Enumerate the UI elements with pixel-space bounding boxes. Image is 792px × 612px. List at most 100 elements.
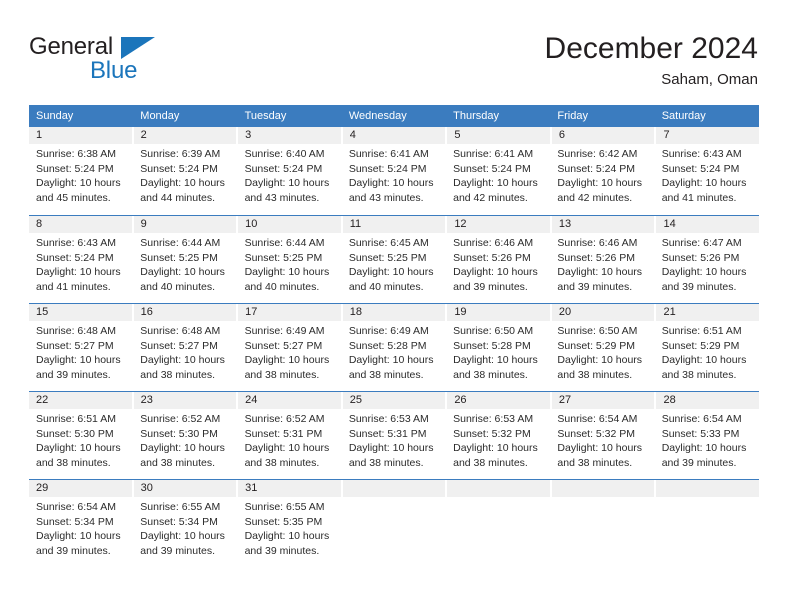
- day-cell-19[interactable]: Sunrise: 6:50 AM Sunset: 5:28 PM Daylight:…: [446, 324, 550, 382]
- day-cell-1[interactable]: Sunrise: 6:38 AM Sunset: 5:24 PM Daylight:…: [29, 147, 133, 205]
- day-number-10[interactable]: 10: [238, 216, 343, 233]
- day-number-29[interactable]: 29: [29, 480, 134, 497]
- day-number-20[interactable]: 20: [552, 304, 657, 321]
- day-number-16[interactable]: 16: [134, 304, 239, 321]
- day-detail-line: Sunset: 5:24 PM: [244, 162, 323, 175]
- day-cell-16[interactable]: Sunrise: 6:48 AM Sunset: 5:27 PM Daylight:…: [133, 324, 237, 382]
- day-number-7[interactable]: 7: [656, 127, 759, 144]
- day-number-band: 8 9 10 11 12 13 14: [29, 216, 759, 233]
- day-detail-line: Sunset: 5:26 PM: [557, 251, 636, 264]
- day-detail-line: Sunrise: 6:41 AM: [453, 148, 534, 160]
- day-cell-21[interactable]: Sunrise: 6:51 AM Sunset: 5:29 PM Daylight:…: [655, 324, 759, 382]
- day-cell-22[interactable]: Sunrise: 6:51 AM Sunset: 5:30 PM Daylight:…: [29, 412, 133, 470]
- day-number-11[interactable]: 11: [343, 216, 448, 233]
- day-detail-line: Sunset: 5:34 PM: [140, 515, 218, 528]
- day-number-31[interactable]: 31: [238, 480, 343, 497]
- day-number-17[interactable]: 17: [238, 304, 343, 321]
- day-detail-line: Sunrise: 6:51 AM: [36, 413, 116, 425]
- triangle-flag-icon: [121, 37, 155, 59]
- day-number-30[interactable]: 30: [134, 480, 239, 497]
- day-cell-25[interactable]: Sunrise: 6:53 AM Sunset: 5:31 PM Daylight:…: [342, 412, 446, 470]
- day-cell-11[interactable]: Sunrise: 6:45 AM Sunset: 5:25 PM Daylight:…: [342, 236, 446, 294]
- day-detail-line: Daylight: 10 hours: [140, 442, 225, 454]
- day-number-15[interactable]: 15: [29, 304, 134, 321]
- day-number-band: 29 30 31: [29, 480, 759, 497]
- day-detail-line: Daylight: 10 hours: [244, 266, 330, 278]
- day-detail-line: Daylight: 10 hours: [453, 354, 538, 366]
- day-detail-line: Daylight: 10 hours: [244, 177, 330, 189]
- day-number-26[interactable]: 26: [447, 392, 552, 409]
- day-cell-18[interactable]: Sunrise: 6:49 AM Sunset: 5:28 PM Daylight:…: [342, 324, 446, 382]
- day-detail-line: Sunset: 5:24 PM: [348, 162, 427, 175]
- day-detail-line: Sunrise: 6:48 AM: [140, 325, 221, 337]
- day-detail-line: and 39 minutes.: [36, 368, 111, 381]
- day-number-21[interactable]: 21: [656, 304, 759, 321]
- day-cell-8[interactable]: Sunrise: 6:43 AM Sunset: 5:24 PM Daylight:…: [29, 236, 133, 294]
- calendar-week-row: 22 23 24 25 26 27 28 Sunrise: 6:51 AM Sunset: 5:…: [29, 391, 759, 479]
- day-cell-27[interactable]: Sunrise: 6:54 AM Sunset: 5:32 PM Daylight:…: [550, 412, 654, 470]
- day-number-28[interactable]: 28: [656, 392, 759, 409]
- page-header: General Blue December 2024 Saham, Oman: [29, 30, 758, 98]
- day-number-9[interactable]: 9: [134, 216, 239, 233]
- day-number-4[interactable]: 4: [343, 127, 448, 144]
- day-cell-20[interactable]: Sunrise: 6:50 AM Sunset: 5:29 PM Daylight:…: [550, 324, 654, 382]
- day-number-13[interactable]: 13: [552, 216, 657, 233]
- day-detail-line: Sunset: 5:32 PM: [453, 427, 531, 440]
- day-detail-line: and 43 minutes.: [244, 191, 320, 204]
- calendar-week-row: 8 9 10 11 12 13 14 Sunrise: 6:43 AM Sunset: 5:24…: [29, 215, 759, 303]
- day-number-19[interactable]: 19: [447, 304, 552, 321]
- day-number-3[interactable]: 3: [238, 127, 343, 144]
- day-cell-9[interactable]: Sunrise: 6:44 AM Sunset: 5:25 PM Daylight:…: [133, 236, 237, 294]
- day-cell-5[interactable]: Sunrise: 6:41 AM Sunset: 5:24 PM Daylight:…: [446, 147, 550, 205]
- weekday-header-wednesday: Wednesday: [348, 110, 407, 122]
- day-cell-17[interactable]: Sunrise: 6:49 AM Sunset: 5:27 PM Daylight:…: [238, 324, 342, 382]
- day-cell-31[interactable]: Sunrise: 6:55 AM Sunset: 5:35 PM Daylight:…: [238, 500, 342, 558]
- day-cell-12[interactable]: Sunrise: 6:46 AM Sunset: 5:26 PM Daylight:…: [446, 236, 550, 294]
- day-detail-line: Sunrise: 6:38 AM: [36, 148, 116, 160]
- day-detail-line: Sunrise: 6:41 AM: [348, 148, 429, 160]
- weekday-header-monday: Monday: [140, 110, 180, 122]
- day-cell-3[interactable]: Sunrise: 6:40 AM Sunset: 5:24 PM Daylight:…: [238, 147, 342, 205]
- day-detail-line: Daylight: 10 hours: [557, 266, 643, 278]
- day-detail-line: Sunrise: 6:46 AM: [453, 237, 534, 249]
- day-detail-line: and 39 minutes.: [244, 544, 320, 557]
- day-cell-6[interactable]: Sunrise: 6:42 AM Sunset: 5:24 PM Daylight:…: [550, 147, 654, 205]
- day-detail-line: Sunset: 5:30 PM: [36, 427, 114, 440]
- day-detail-line: and 41 minutes.: [36, 280, 111, 293]
- day-cell-7[interactable]: Sunrise: 6:43 AM Sunset: 5:24 PM Daylight:…: [655, 147, 759, 205]
- day-cell-13[interactable]: Sunrise: 6:46 AM Sunset: 5:26 PM Daylight:…: [550, 236, 654, 294]
- day-number-12[interactable]: 12: [447, 216, 552, 233]
- day-cell-4[interactable]: Sunrise: 6:41 AM Sunset: 5:24 PM Daylight:…: [342, 147, 446, 205]
- day-detail-line: Sunrise: 6:49 AM: [348, 325, 429, 337]
- day-cell-26[interactable]: Sunrise: 6:53 AM Sunset: 5:32 PM Daylight:…: [446, 412, 550, 470]
- day-number-1[interactable]: 1: [29, 127, 134, 144]
- day-number-5[interactable]: 5: [447, 127, 552, 144]
- day-cell-empty: [446, 500, 550, 558]
- day-number-6[interactable]: 6: [552, 127, 657, 144]
- brand-logo[interactable]: General Blue: [29, 34, 219, 90]
- day-cell-23[interactable]: Sunrise: 6:52 AM Sunset: 5:30 PM Daylight:…: [133, 412, 237, 470]
- day-detail-line: Daylight: 10 hours: [140, 530, 225, 542]
- day-number-8[interactable]: 8: [29, 216, 134, 233]
- day-number-22[interactable]: 22: [29, 392, 134, 409]
- day-detail-line: Sunset: 5:26 PM: [661, 251, 740, 264]
- day-cell-30[interactable]: Sunrise: 6:55 AM Sunset: 5:34 PM Daylight:…: [133, 500, 237, 558]
- day-cell-10[interactable]: Sunrise: 6:44 AM Sunset: 5:25 PM Daylight:…: [238, 236, 342, 294]
- day-number-18[interactable]: 18: [343, 304, 448, 321]
- day-number-2[interactable]: 2: [134, 127, 239, 144]
- day-cell-15[interactable]: Sunrise: 6:48 AM Sunset: 5:27 PM Daylight:…: [29, 324, 133, 382]
- day-detail-line: Sunset: 5:34 PM: [36, 515, 114, 528]
- day-detail-line: and 39 minutes.: [140, 544, 215, 557]
- day-cell-29[interactable]: Sunrise: 6:54 AM Sunset: 5:34 PM Daylight:…: [29, 500, 133, 558]
- day-detail-line: Sunrise: 6:51 AM: [661, 325, 742, 337]
- day-number-25[interactable]: 25: [343, 392, 448, 409]
- day-number-23[interactable]: 23: [134, 392, 239, 409]
- day-cell-28[interactable]: Sunrise: 6:54 AM Sunset: 5:33 PM Daylight:…: [655, 412, 759, 470]
- day-cell-14[interactable]: Sunrise: 6:47 AM Sunset: 5:26 PM Daylight:…: [655, 236, 759, 294]
- day-detail-line: Sunrise: 6:52 AM: [140, 413, 221, 425]
- day-cell-2[interactable]: Sunrise: 6:39 AM Sunset: 5:24 PM Daylight:…: [133, 147, 237, 205]
- day-number-24[interactable]: 24: [238, 392, 343, 409]
- day-number-27[interactable]: 27: [552, 392, 657, 409]
- day-number-14[interactable]: 14: [656, 216, 759, 233]
- day-cell-24[interactable]: Sunrise: 6:52 AM Sunset: 5:31 PM Daylight:…: [238, 412, 342, 470]
